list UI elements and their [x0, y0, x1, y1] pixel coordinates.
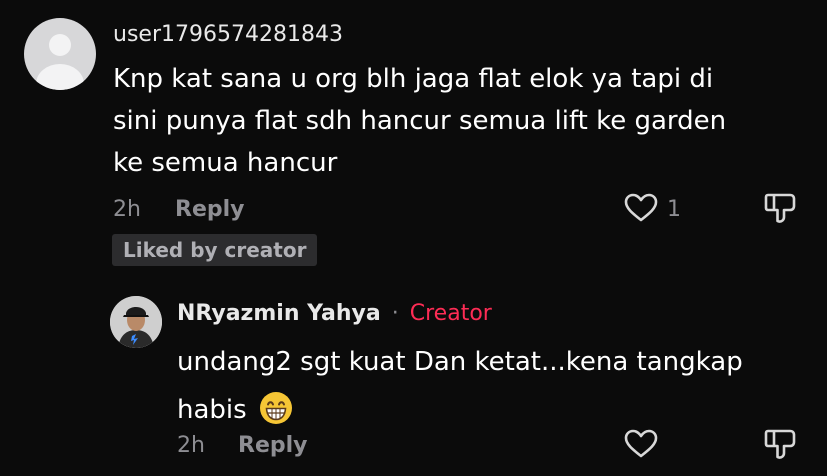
- reply-like-button[interactable]: [624, 429, 658, 463]
- heart-icon: [624, 429, 658, 458]
- comment-thread: user1796574281843 Knp kat sana u org blh…: [0, 0, 827, 476]
- reply-header: NRyazmin Yahya · Creator: [177, 300, 492, 328]
- liked-by-creator-badge: Liked by creator: [112, 234, 318, 266]
- creator-tag: Creator: [409, 301, 492, 326]
- like-count: 1: [667, 197, 681, 222]
- thumbs-down-icon: [764, 429, 796, 459]
- reply-text-block: undang2 sgt kuat Dan ketat...kena tangka…: [177, 338, 777, 434]
- comment-text: Knp kat sana u org blh jaga flat elok ya…: [113, 64, 727, 178]
- avatar-body-shape: [36, 64, 84, 90]
- avatar-head-shape: [49, 34, 71, 56]
- heart-icon: [624, 193, 658, 222]
- grinning-face-emoji: [259, 391, 292, 424]
- comment-timestamp: 2h: [113, 197, 141, 222]
- thumbs-down-icon: [764, 193, 796, 223]
- creator-avatar-portrait: [110, 296, 162, 348]
- dislike-button[interactable]: [764, 192, 798, 228]
- reply-button[interactable]: Reply: [175, 196, 245, 224]
- like-button[interactable]: [624, 193, 658, 227]
- reply-reply-button[interactable]: Reply: [238, 432, 308, 460]
- comment-username[interactable]: user1796574281843: [113, 21, 343, 49]
- reply-dislike-button[interactable]: [764, 428, 798, 464]
- reply-timestamp: 2h: [177, 433, 205, 458]
- avatar[interactable]: [24, 18, 96, 90]
- creator-avatar[interactable]: [110, 296, 162, 348]
- reply-author-name[interactable]: NRyazmin Yahya: [177, 301, 381, 326]
- separator-dot: ·: [391, 301, 399, 326]
